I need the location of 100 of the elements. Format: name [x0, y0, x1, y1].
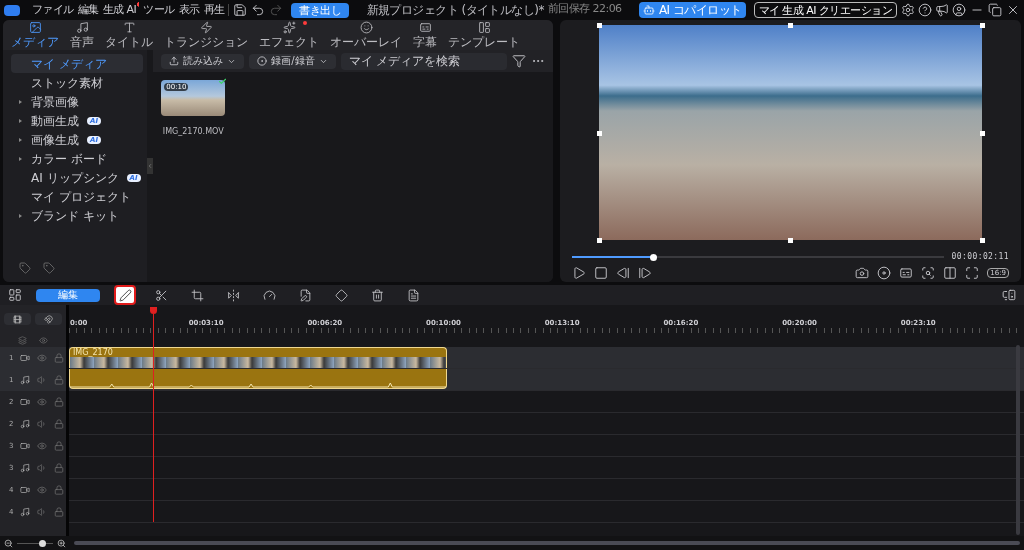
sidebar-item[interactable]: ストック素材	[11, 73, 144, 92]
media-tab[interactable]: 音声	[70, 21, 94, 48]
record-button[interactable]: 録画/録音	[249, 53, 336, 69]
camera-icon[interactable]	[855, 266, 870, 280]
gauge-icon	[262, 288, 276, 302]
captions-icon[interactable]	[899, 266, 914, 280]
media-tab[interactable]: テンプレート	[448, 21, 520, 48]
user-icon[interactable]	[952, 3, 966, 17]
music-icon	[75, 21, 89, 34]
menu-item[interactable]: 編集	[77, 1, 99, 19]
menu-item[interactable]: ツール	[143, 1, 175, 19]
resize-handle[interactable]	[979, 23, 985, 28]
menu-item[interactable]: ファイル	[32, 1, 74, 19]
resize-handle[interactable]	[979, 238, 985, 243]
tool-button[interactable]	[114, 285, 136, 305]
project-title: 新規プロジェクト (タイトルなし)*	[366, 2, 544, 19]
playhead-thumb[interactable]	[649, 253, 657, 261]
restore-icon[interactable]	[988, 3, 1002, 17]
edit-button[interactable]: 編集	[36, 288, 100, 302]
document-icon	[406, 288, 420, 302]
sidebar-item[interactable]: ブランド キット	[11, 206, 144, 225]
file-edit-icon	[298, 288, 312, 302]
film-icon	[13, 314, 22, 324]
resize-handle[interactable]	[979, 130, 985, 136]
settings-icon[interactable]	[901, 3, 915, 17]
video-camera-icon	[20, 441, 30, 451]
lock-icon[interactable]	[54, 485, 64, 495]
import-button[interactable]: 読み込み	[161, 53, 245, 69]
captions-icon	[418, 21, 432, 34]
next-frame-icon[interactable]	[637, 266, 652, 280]
menu-item[interactable]: 表示	[178, 1, 200, 19]
disc-icon[interactable]	[877, 266, 892, 280]
horizontal-scrollbar[interactable]	[74, 541, 1020, 545]
record-icon	[257, 56, 268, 66]
fullscreen-icon[interactable]	[965, 266, 980, 280]
zoom-in-icon[interactable]	[57, 538, 66, 548]
sidebar-item[interactable]: 背景画像	[11, 92, 144, 111]
image-icon	[28, 21, 42, 34]
import-icon	[169, 56, 180, 66]
scissors-icon	[154, 288, 168, 302]
media-tab[interactable]: タイトル	[105, 21, 153, 48]
ai-creations-button[interactable]: マイ 生成 AI クリエーション	[753, 2, 897, 18]
media-tab[interactable]: トランジション	[164, 21, 248, 48]
menu-item[interactable]: 再生	[203, 1, 225, 19]
resize-handle[interactable]	[788, 23, 794, 28]
zoom-preview-icon[interactable]	[921, 266, 936, 280]
playhead-marker[interactable]	[150, 307, 157, 314]
zoom-out-icon[interactable]	[4, 538, 13, 548]
undo-icon[interactable]	[251, 3, 266, 17]
audio-clip[interactable]	[69, 369, 447, 389]
add-track-button[interactable]	[4, 313, 31, 325]
flip-icon	[226, 288, 240, 302]
filter-icon[interactable]	[511, 54, 526, 68]
export-button[interactable]: 書き出し	[291, 2, 350, 18]
layout-icon[interactable]	[8, 288, 22, 302]
close-icon[interactable]	[1006, 3, 1020, 17]
lightning-icon	[199, 21, 213, 34]
diamond-icon	[334, 288, 348, 302]
audio-mixer-icon[interactable]	[1002, 288, 1016, 302]
snap-button[interactable]	[35, 313, 62, 325]
resize-handle[interactable]	[596, 238, 602, 243]
trash-icon	[370, 288, 384, 302]
resize-handle[interactable]	[596, 130, 602, 136]
tag-icon[interactable]	[19, 262, 31, 274]
smiley-icon	[359, 21, 373, 34]
lock-icon[interactable]	[54, 441, 64, 451]
clip-name: IMG_2170	[72, 348, 114, 357]
lock-icon[interactable]	[54, 463, 64, 473]
sidebar-item[interactable]: マイ プロジェクト	[11, 187, 144, 206]
tag-icon[interactable]	[43, 262, 55, 274]
vertical-scrollbar[interactable]	[1016, 345, 1020, 535]
music-icon	[20, 463, 30, 473]
layout-icon	[477, 21, 491, 34]
resize-handle[interactable]	[788, 238, 794, 243]
search-field[interactable]: マイ メディアを検索	[340, 52, 507, 70]
resize-handle[interactable]	[596, 23, 602, 28]
chevron-left-icon	[147, 162, 154, 170]
robot-icon	[642, 4, 655, 16]
media-tab[interactable]: 字幕	[413, 21, 437, 48]
lock-icon[interactable]	[54, 419, 64, 429]
previous-frame-icon[interactable]	[615, 266, 630, 280]
save-icon[interactable]	[233, 3, 248, 17]
ai-copilot-button[interactable]: AI コパイロット	[638, 2, 746, 18]
media-tab[interactable]: メディア	[11, 21, 59, 48]
zoom-thumb[interactable]	[38, 539, 46, 547]
split-view-icon[interactable]	[943, 266, 958, 280]
media-tab[interactable]: エフェクト	[259, 21, 319, 48]
play-icon[interactable]	[571, 266, 586, 280]
megaphone-icon[interactable]	[935, 3, 949, 17]
help-icon[interactable]	[918, 3, 932, 17]
lock-icon[interactable]	[54, 507, 64, 517]
video-clip[interactable]: IMG_2170	[69, 347, 447, 368]
sidebar-item[interactable]: マイ メディア	[11, 54, 144, 73]
media-tab[interactable]: オーバーレイ	[330, 21, 402, 48]
collapse-handle[interactable]	[147, 158, 154, 174]
lock-icon[interactable]	[54, 397, 64, 407]
last-saved-time: 前回保存 22:06	[547, 1, 622, 17]
music-icon	[20, 507, 30, 517]
sidebar-item[interactable]: カラー ボード	[11, 149, 144, 168]
stop-icon[interactable]	[593, 266, 608, 280]
